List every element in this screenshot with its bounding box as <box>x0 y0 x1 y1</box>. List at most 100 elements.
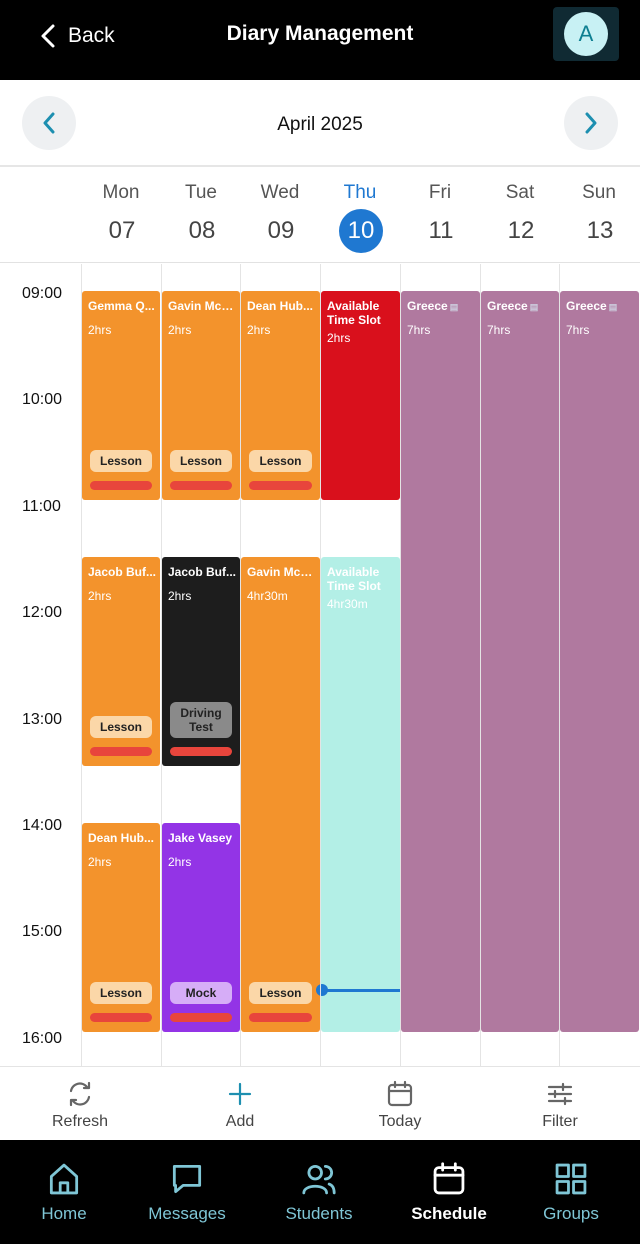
event-card[interactable]: Jacob Buf... 2hrs Driving Test <box>162 557 240 766</box>
refresh-action-button[interactable]: Refresh <box>0 1067 160 1141</box>
event-status-bar <box>90 480 152 490</box>
event-title: Available Time Slot <box>327 299 396 327</box>
event-type-badge: Lesson <box>90 981 152 1004</box>
next-week-button[interactable] <box>564 96 618 150</box>
tab-home[interactable]: Home <box>6 1140 122 1244</box>
time-label: 12:00 <box>22 604 63 622</box>
add-action-button[interactable]: Add <box>160 1067 320 1141</box>
profile-button[interactable]: A <box>553 7 619 61</box>
event-title-text: Jake Vasey <box>168 831 233 845</box>
event-card[interactable]: Available Time Slot 2hrs <box>321 291 400 500</box>
event-title: Greece ▤ <box>407 299 476 313</box>
event-title-text: Gemma Q... <box>88 299 155 313</box>
refresh-icon <box>69 1081 91 1107</box>
chevron-right-icon <box>585 112 597 134</box>
day-name: Sun <box>582 182 616 203</box>
day-number: 08 <box>188 217 216 244</box>
day-number: 10 <box>339 209 383 253</box>
home-icon <box>49 1163 79 1195</box>
tab-label: Messages <box>148 1204 226 1223</box>
event-title-text: Gavin Mcc... <box>168 299 236 313</box>
time-label: 16:00 <box>22 1029 63 1047</box>
day-fri[interactable]: Fri 11 <box>400 167 480 263</box>
tab-messages[interactable]: Messages <box>128 1140 246 1244</box>
day-column-divider <box>320 264 321 1066</box>
event-type-badge: Lesson <box>170 449 232 472</box>
day-mon[interactable]: Mon 07 <box>81 167 161 263</box>
event-card[interactable]: Dean Hub... 2hrs Lesson <box>82 823 160 1032</box>
tab-groups[interactable]: Groups <box>512 1140 630 1244</box>
day-tue[interactable]: Tue 08 <box>161 167 241 263</box>
event-duration: 4hr30m <box>327 597 368 611</box>
page-title: Diary Management <box>226 22 414 45</box>
day-sat[interactable]: Sat 12 <box>480 167 560 263</box>
time-label: 10:00 <box>22 391 63 409</box>
event-type-badge: Lesson <box>90 715 152 738</box>
event-title-text: Jacob Buf... <box>168 565 236 579</box>
event-title: Jacob Buf... <box>168 565 236 579</box>
event-card[interactable]: Jake Vasey 2hrs Mock <box>162 823 240 1032</box>
plus-icon <box>228 1082 252 1106</box>
event-card[interactable]: Gavin Mcc... 4hr30m Lesson <box>241 557 320 1032</box>
message-icon <box>172 1164 202 1194</box>
day-name: Tue <box>184 182 218 203</box>
event-title: Jacob Buf... <box>88 565 156 579</box>
top-bar: Back Diary Management A <box>0 0 640 80</box>
tab-schedule[interactable]: Schedule <box>384 1140 514 1244</box>
bottom-navigation: Home Messages Students Schedule Groups <box>0 1140 640 1244</box>
month-label: April 2025 <box>277 114 363 135</box>
day-wed[interactable]: Wed 09 <box>240 167 320 263</box>
event-type-badge: Lesson <box>249 449 312 472</box>
event-title: Jake Vasey <box>168 831 236 845</box>
day-column-divider <box>559 264 560 1066</box>
event-duration: 7hrs <box>566 323 590 337</box>
schedule-grid: Gemma Q... 2hrs Lesson Gavin Mcc... 2hrs Less… <box>0 264 640 1066</box>
event-title-text: Dean Hub... <box>88 831 155 845</box>
event-title-text: Greece <box>487 299 528 313</box>
action-label: Filter <box>542 1113 578 1130</box>
filter-action-button[interactable]: Filter <box>480 1067 640 1141</box>
day-column-divider <box>400 264 401 1066</box>
today-action-button[interactable]: Today <box>320 1067 480 1141</box>
event-duration: 7hrs <box>487 323 511 337</box>
event-card[interactable]: Greece ▤ 7hrs <box>560 291 639 1032</box>
action-label: Refresh <box>51 1113 109 1130</box>
current-time-marker <box>316 984 328 996</box>
day-name: Sat <box>505 182 535 203</box>
event-title: Gemma Q... <box>88 299 156 313</box>
event-title-text: Jacob Buf... <box>88 565 156 579</box>
event-card[interactable]: Gavin Mcc... 2hrs Lesson <box>162 291 240 500</box>
calendar-icon <box>387 1080 413 1107</box>
day-name: Fri <box>428 182 452 203</box>
event-status-bar <box>90 1012 152 1022</box>
calendar-icon <box>433 1162 465 1195</box>
event-card[interactable]: Available Time Slot 4hr30m <box>321 557 400 1032</box>
event-card[interactable]: Greece ▤ 7hrs <box>481 291 559 1032</box>
action-label: Today <box>378 1113 422 1130</box>
avatar: A <box>564 12 608 56</box>
tab-label: Home <box>41 1204 87 1223</box>
day-thu[interactable]: Thu 10 <box>320 167 400 263</box>
event-card[interactable]: Greece ▤ 7hrs <box>401 291 480 1032</box>
event-duration: 2hrs <box>168 323 192 337</box>
week-day-header: Mon 07 Tue 08 Wed 09 Thu 10 Fri 11 Sat 12 Sun 13 <box>0 167 640 263</box>
day-name: Mon <box>102 182 140 203</box>
event-duration: 2hrs <box>88 323 112 337</box>
event-duration: 4hr30m <box>247 589 288 603</box>
tab-students[interactable]: Students <box>252 1140 386 1244</box>
time-label: 11:00 <box>22 497 61 515</box>
day-name: Thu <box>343 182 377 203</box>
event-title: Gavin Mcc... <box>168 299 236 313</box>
event-duration: 2hrs <box>168 589 192 603</box>
event-status-bar <box>90 746 152 756</box>
day-number: 12 <box>507 217 535 244</box>
event-title-text: Dean Hub... <box>247 299 314 313</box>
event-card[interactable]: Gemma Q... 2hrs Lesson <box>82 291 160 500</box>
event-card[interactable]: Dean Hub... 2hrs Lesson <box>241 291 320 500</box>
event-duration: 2hrs <box>327 331 351 345</box>
event-duration: 2hrs <box>168 855 192 869</box>
event-card[interactable]: Jacob Buf... 2hrs Lesson <box>82 557 160 766</box>
day-sun[interactable]: Sun 13 <box>559 167 639 263</box>
event-duration: 2hrs <box>88 589 112 603</box>
day-number: 09 <box>267 217 295 244</box>
